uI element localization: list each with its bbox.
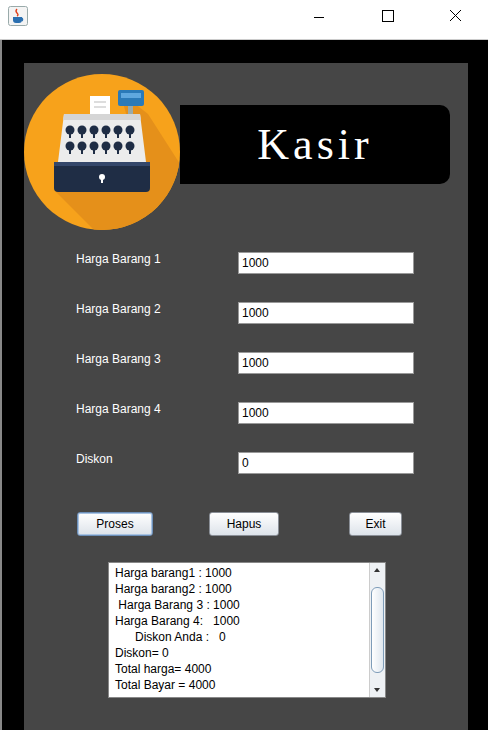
field-label: Harga Barang 3 xyxy=(76,352,238,366)
text-field[interactable]: 1000 xyxy=(238,252,414,274)
scroll-down-icon[interactable] xyxy=(370,683,384,697)
form-row: Harga Barang 41000 xyxy=(76,402,468,424)
output-line: Diskon Anda : 0 xyxy=(115,629,363,645)
output-line: Harga barang1 : 1000 xyxy=(115,565,363,581)
form-row: Harga Barang 11000 xyxy=(76,252,468,274)
text-field[interactable]: 1000 xyxy=(238,302,414,324)
java-icon xyxy=(8,6,28,26)
output-line: Total harga= 4000 xyxy=(115,661,363,677)
action-button[interactable]: Hapus xyxy=(209,512,279,536)
action-button[interactable]: Exit xyxy=(349,512,402,536)
scroll-thumb[interactable] xyxy=(371,587,384,674)
action-button[interactable]: Proses xyxy=(77,512,153,536)
field-label: Harga Barang 2 xyxy=(76,302,238,316)
title-banner: Kasir xyxy=(180,105,450,184)
field-label: Harga Barang 1 xyxy=(76,252,238,266)
button-row: Proses Hapus Exit xyxy=(24,512,468,536)
text-field[interactable]: 1000 xyxy=(238,402,414,424)
field-label: Diskon xyxy=(76,452,238,466)
form: Harga Barang 11000Harga Barang 21000Harg… xyxy=(24,252,468,474)
text-field[interactable]: 0 xyxy=(238,452,414,474)
output-area[interactable]: Harga barang1 : 1000Harga barang2 : 1000… xyxy=(108,562,386,698)
title-bar xyxy=(0,0,488,40)
form-row: Harga Barang 31000 xyxy=(76,352,468,374)
output-line: Harga barang2 : 1000 xyxy=(115,581,363,597)
minimize-icon[interactable] xyxy=(296,0,342,40)
main-panel: KasirHarga Barang 11000Harga Barang 2100… xyxy=(24,63,468,730)
output-text: Harga barang1 : 1000Harga barang2 : 1000… xyxy=(109,563,369,697)
frame: KasirHarga Barang 11000Harga Barang 2100… xyxy=(0,40,488,730)
app-title: Kasir xyxy=(257,119,372,170)
header: Kasir xyxy=(24,63,468,230)
form-row: Diskon0 xyxy=(76,452,468,474)
scroll-up-icon[interactable] xyxy=(370,563,384,577)
output-line: Harga Barang 4: 1000 xyxy=(115,613,363,629)
cash-register-icon xyxy=(24,74,180,230)
text-field[interactable]: 1000 xyxy=(238,352,414,374)
close-icon[interactable] xyxy=(432,0,478,40)
scroll-track xyxy=(370,577,385,683)
scrollbar[interactable] xyxy=(369,563,385,697)
window: KasirHarga Barang 11000Harga Barang 2100… xyxy=(0,0,488,730)
form-row: Harga Barang 21000 xyxy=(76,302,468,324)
maximize-icon[interactable] xyxy=(364,0,410,40)
output-line: Total Bayar = 4000 xyxy=(115,677,363,693)
output-line: Diskon= 0 xyxy=(115,645,363,661)
output-line: Harga Barang 3 : 1000 xyxy=(115,597,363,613)
field-label: Harga Barang 4 xyxy=(76,402,238,416)
